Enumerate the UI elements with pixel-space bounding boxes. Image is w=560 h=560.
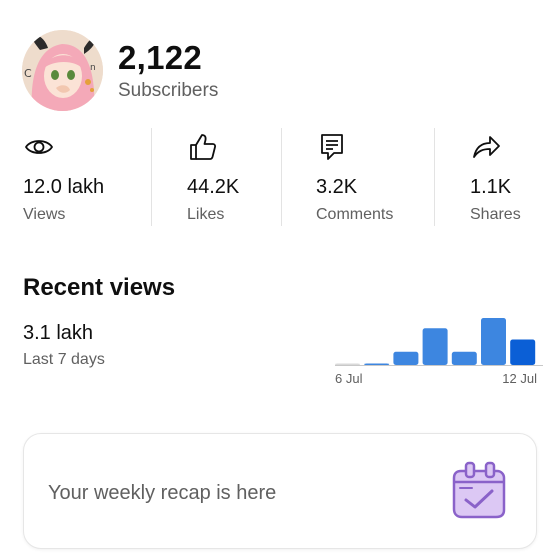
chart-bar-6-jul[interactable] <box>335 363 360 366</box>
chart-bar-12-jul[interactable] <box>510 339 536 365</box>
weekly-recap-card[interactable]: Your weekly recap is here <box>23 433 537 549</box>
divider <box>281 128 282 226</box>
calendar-check-icon <box>452 461 506 519</box>
svg-text:C: C <box>24 67 32 80</box>
recent-views-chart[interactable]: 6 Jul 12 Jul <box>330 310 545 390</box>
eye-icon <box>25 140 53 154</box>
svg-text:n: n <box>90 63 96 73</box>
chart-bar-10-jul[interactable] <box>451 351 477 365</box>
views-label: Views <box>23 206 66 223</box>
comments-label: Comments <box>316 206 394 223</box>
share-icon <box>473 136 500 158</box>
likes-label: Likes <box>187 206 225 223</box>
shares-value: 1.1K <box>470 176 512 198</box>
channel-header: C n 2,122 Subscribers <box>22 30 218 111</box>
divider <box>151 128 152 226</box>
chart-tick-label-start: 6 Jul <box>335 371 363 386</box>
channel-avatar[interactable]: C n <box>22 30 103 111</box>
recent-views-range: Last 7 days <box>23 351 105 368</box>
views-value: 12.0 lakh <box>23 176 105 198</box>
chart-bar-7-jul[interactable] <box>364 363 390 366</box>
comments-value: 3.2K <box>316 176 358 198</box>
comment-icon <box>321 134 343 160</box>
chart-bar-11-jul[interactable] <box>481 318 506 365</box>
subscriber-label: Subscribers <box>118 79 219 101</box>
stats-row: 12.0 lakh Views 44.2K Likes 3.2K Comment… <box>0 128 560 226</box>
shares-label: Shares <box>470 206 521 223</box>
weekly-recap-text: Your weekly recap is here <box>48 482 277 504</box>
likes-value: 44.2K <box>187 176 240 198</box>
recent-views-title: Recent views <box>23 274 176 301</box>
divider <box>434 128 435 226</box>
subscriber-count: 2,122 <box>118 38 203 76</box>
chart-tick-label-end: 12 Jul <box>502 371 537 386</box>
chart-bar-9-jul[interactable] <box>422 328 448 365</box>
subscriber-summary: 2,122 Subscribers <box>118 38 219 102</box>
thumbs-up-icon <box>190 134 217 160</box>
recent-views-value: 3.1 lakh <box>23 322 94 344</box>
chart-bar-8-jul[interactable] <box>393 351 419 365</box>
